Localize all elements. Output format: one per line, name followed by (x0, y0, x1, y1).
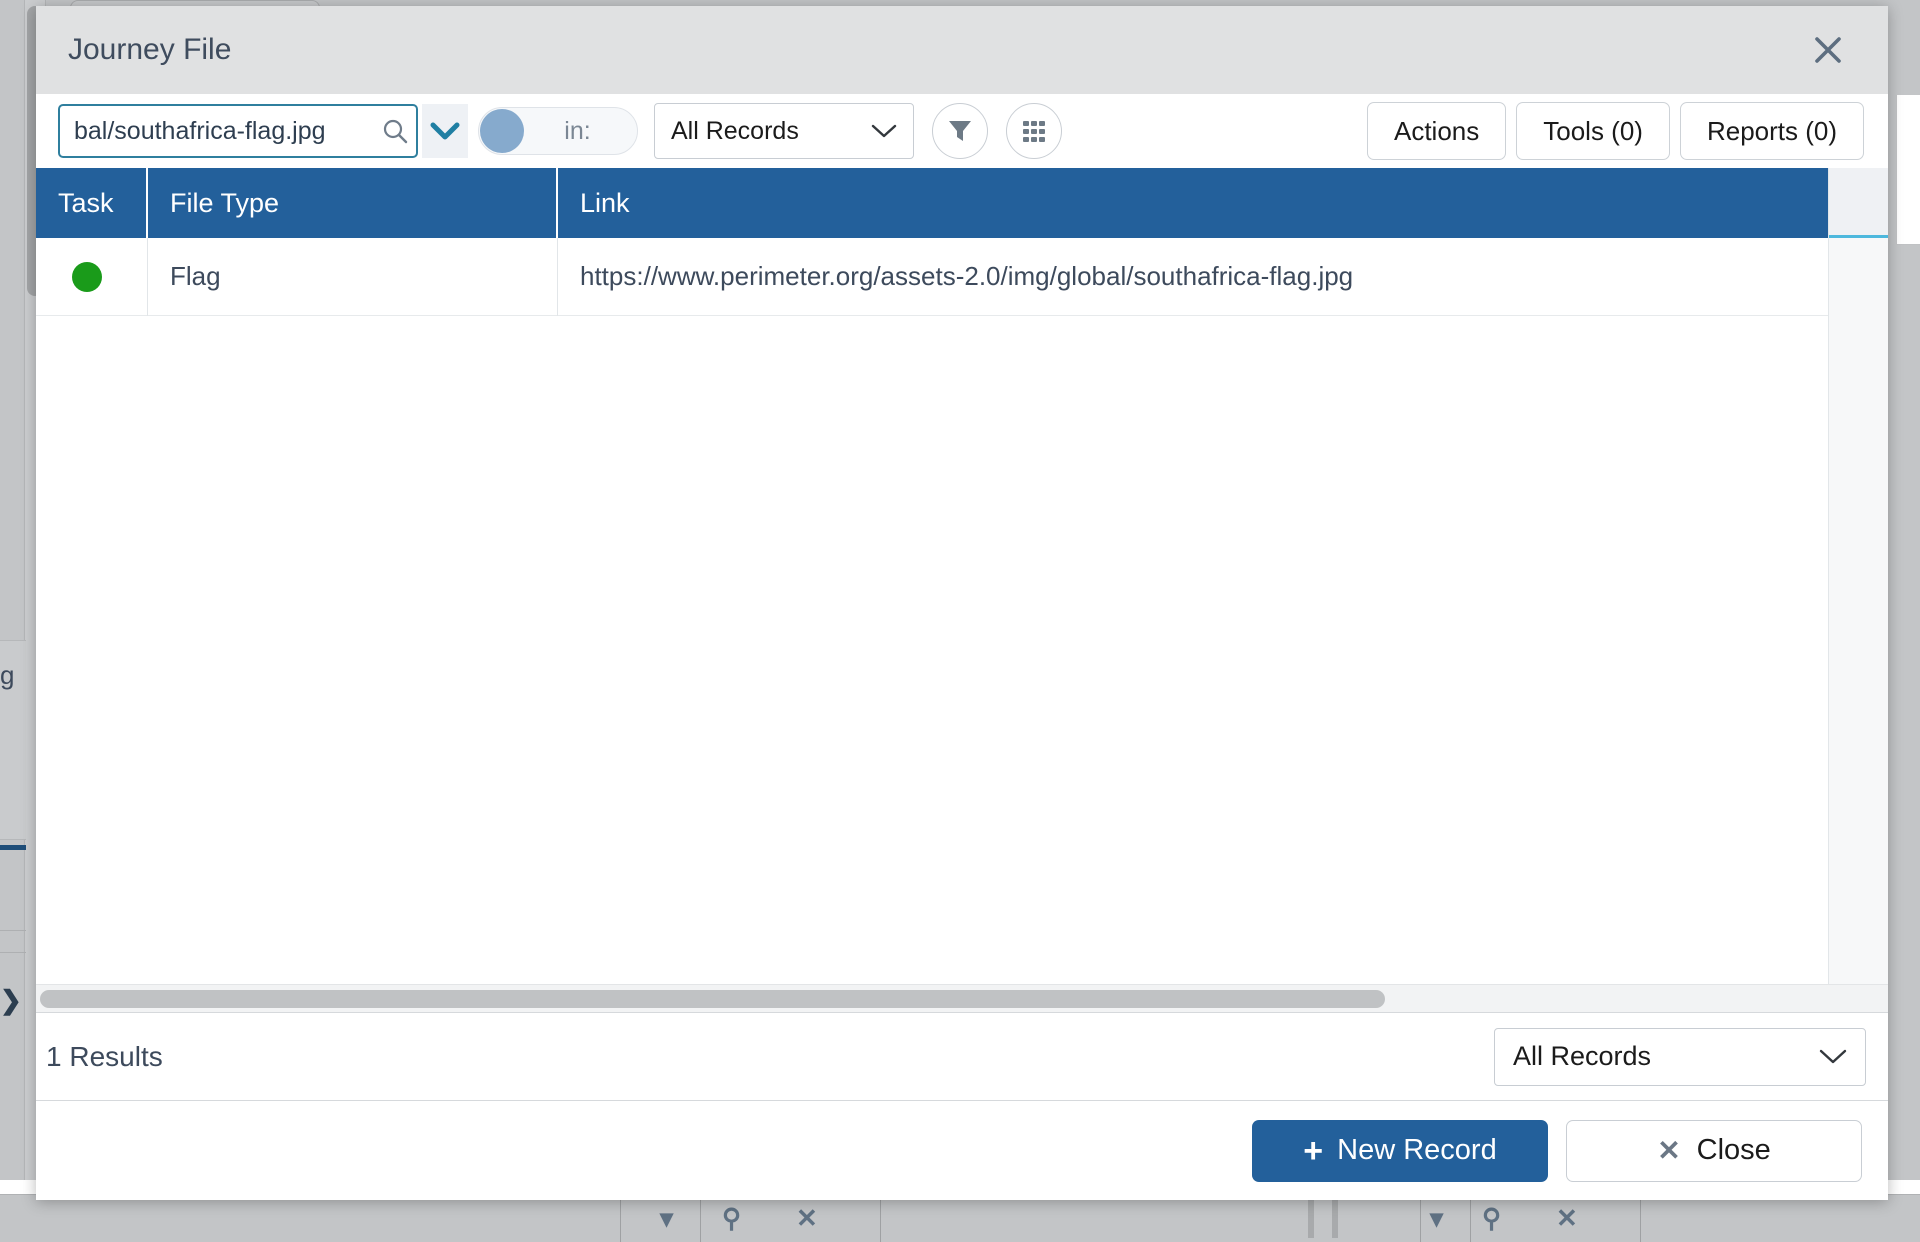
table-header-row: Task File Type Link (36, 168, 1828, 238)
journey-file-dialog: Journey File in: (36, 6, 1888, 1200)
background-scroll-tick (1332, 1198, 1338, 1238)
table-right-gutter-header (1829, 168, 1888, 238)
cell-link[interactable]: https://www.perimeter.org/assets-2.0/img… (558, 238, 1828, 316)
chevron-down-icon (871, 124, 897, 138)
table-right-gutter (1828, 168, 1888, 984)
background-clear-icon: ✕ (1556, 1203, 1578, 1233)
new-record-label: New Record (1337, 1134, 1497, 1166)
scope-select-value: All Records (671, 116, 799, 145)
column-header-file-type[interactable]: File Type (148, 168, 558, 238)
table-row[interactable]: Flag https://www.perimeter.org/assets-2.… (36, 237, 1828, 316)
horizontal-scrollbar[interactable] (36, 984, 1888, 1012)
background-right-panel (1896, 95, 1920, 245)
background-chevron-down-icon: ❯ (0, 985, 22, 1015)
results-table: Task File Type Link Flag https://www.per… (36, 168, 1828, 984)
results-record-select[interactable]: All Records (1494, 1027, 1866, 1086)
results-record-select-value: All Records (1513, 1041, 1652, 1071)
plus-icon: + (1303, 1131, 1324, 1170)
close-button-label: Close (1696, 1134, 1771, 1166)
background-bottom-bar: ▾ ⚲ ✕ ▾ ⚲ ✕ (0, 1194, 1920, 1242)
cell-task-status[interactable] (36, 237, 148, 316)
results-table-scroll: Task File Type Link Flag https://www.per… (36, 168, 1888, 984)
search-scope-toggle[interactable]: in: (478, 107, 638, 155)
reports-button[interactable]: Reports (0) (1679, 102, 1864, 160)
background-separator (700, 1194, 701, 1242)
background-search-icon: ⚲ (1482, 1203, 1502, 1233)
background-text-fragment: g (0, 660, 15, 690)
cell-file-type: Flag (148, 237, 558, 316)
background-divider (0, 930, 26, 931)
close-button[interactable]: ✕ Close (1566, 1119, 1862, 1182)
background-search-icon: ⚲ (722, 1203, 742, 1233)
grid-view-button[interactable] (1006, 103, 1062, 159)
background-caret-down-icon: ▾ (660, 1203, 674, 1233)
actions-button[interactable]: Actions (1366, 102, 1507, 160)
background-separator (1640, 1194, 1641, 1242)
chevron-down-icon (1819, 1049, 1847, 1064)
background-divider-accent (0, 845, 26, 850)
results-table-region: Task File Type Link Flag https://www.per… (36, 168, 1888, 1012)
results-bar: 1 Results All Records (36, 1012, 1888, 1100)
background-separator (620, 1194, 621, 1242)
column-header-link[interactable]: Link (558, 168, 1828, 238)
dialog-titlebar: Journey File (36, 6, 1888, 94)
search-options-dropdown-button[interactable] (422, 104, 468, 158)
grid-icon (1023, 121, 1045, 142)
toggle-label: in: (564, 116, 591, 145)
table-body: Flag https://www.perimeter.org/assets-2.… (36, 237, 1828, 984)
background-separator (1420, 1194, 1421, 1242)
background-caret-down-icon: ▾ (1430, 1203, 1444, 1233)
filter-button[interactable] (932, 103, 988, 159)
scope-select[interactable]: All Records (654, 103, 914, 159)
column-header-task[interactable]: Task (36, 168, 148, 238)
background-separator (880, 1194, 881, 1242)
results-count: 1 Results (46, 1040, 163, 1072)
new-record-button[interactable]: + New Record (1252, 1119, 1548, 1182)
dialog-title: Journey File (68, 33, 232, 66)
search-field-wrapper (58, 104, 418, 158)
dialog-toolbar: in: All Records (36, 94, 1888, 168)
close-icon[interactable] (1804, 26, 1852, 74)
horizontal-scrollbar-thumb[interactable] (40, 989, 1385, 1008)
search-input[interactable] (74, 116, 378, 146)
toolbar-actions-group: Actions Tools (0) Reports (0) (1366, 102, 1864, 160)
status-dot-icon (72, 261, 102, 292)
close-icon: ✕ (1657, 1134, 1681, 1166)
toggle-knob (480, 109, 524, 153)
background-clear-icon: ✕ (796, 1203, 818, 1233)
search-icon[interactable] (380, 116, 410, 146)
filter-icon (949, 121, 971, 141)
background-separator (1470, 1194, 1471, 1242)
dialog-footer: + New Record ✕ Close (36, 1100, 1888, 1200)
background-scroll-tick (1308, 1198, 1314, 1238)
tools-button[interactable]: Tools (0) (1516, 102, 1670, 160)
background-divider (0, 952, 26, 953)
